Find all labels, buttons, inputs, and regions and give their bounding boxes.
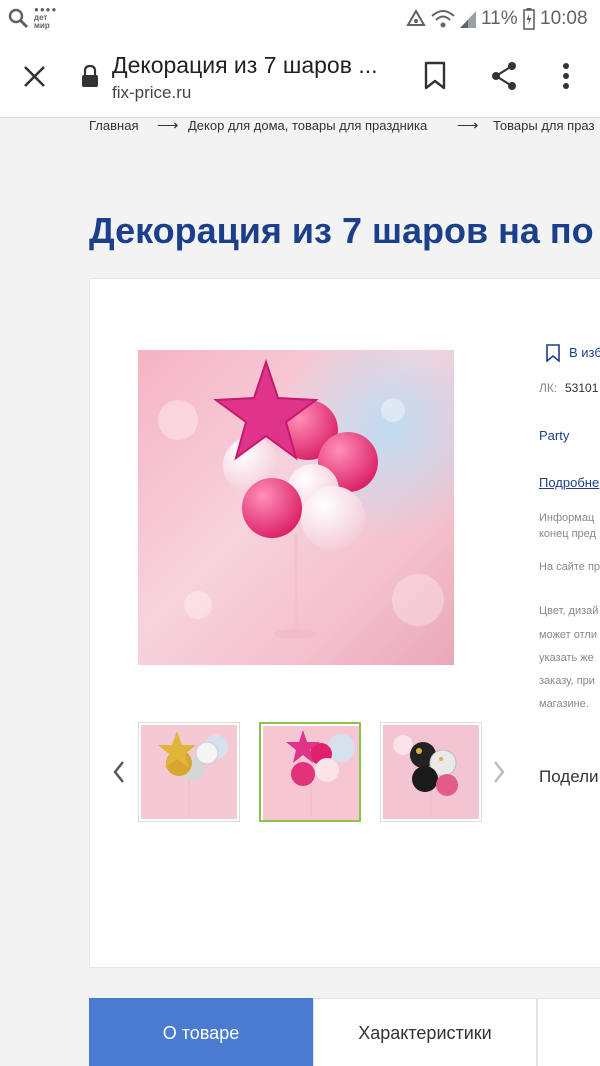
wifi-icon — [431, 10, 455, 28]
status-bar: ●●●● дет мир 11% 10:08 — [0, 0, 600, 38]
thumbnail-gold[interactable] — [138, 722, 240, 822]
sku-label: ЛК: — [539, 381, 558, 395]
browser-toolbar: Декорация из 7 шаров ... fix-price.ru — [0, 38, 600, 118]
page-title: Декорация из 7 шаров ... — [112, 52, 378, 78]
tab-more[interactable] — [537, 998, 600, 1066]
tab-about[interactable]: О товаре — [89, 998, 313, 1066]
clock: 10:08 — [540, 8, 588, 29]
add-to-favorites-link[interactable]: В изб — [569, 345, 600, 360]
tab-about-label: О товаре — [162, 1022, 240, 1043]
battery-percent: 11% — [481, 8, 518, 29]
breadcrumb-category[interactable]: Декор для дома, товары для праздника — [188, 118, 427, 133]
detmir-app-icon: ●●●● дет мир — [34, 5, 58, 30]
more-options-icon[interactable] — [560, 61, 572, 91]
search-icon — [8, 8, 29, 29]
product-title: Декорация из 7 шаров на по — [89, 210, 594, 251]
disclaimer-line: может отли — [539, 629, 597, 641]
bookmark-icon[interactable] — [423, 61, 447, 91]
thumbnail-black[interactable] — [380, 722, 482, 822]
info-text-line: конец пред — [539, 528, 596, 540]
info-text-line: Информац — [539, 512, 595, 524]
product-card: В изб ЛК: 53101 Party Подробне Информац … — [89, 278, 600, 968]
disclaimer-line: заказу, при — [539, 675, 595, 687]
app-badge-text: дет мир — [34, 13, 50, 30]
site-note: На сайте пр — [539, 561, 600, 573]
product-tabs: О товаре Характеристики — [89, 998, 600, 1066]
battery-icon — [523, 8, 535, 30]
signal-icon — [460, 11, 476, 28]
disclaimer-line: Цвет, дизай — [539, 605, 599, 617]
sync-icon — [406, 8, 426, 26]
thumbnail-pink[interactable] — [259, 722, 361, 822]
breadcrumb-home[interactable]: Главная — [89, 118, 138, 133]
share-icon[interactable] — [489, 60, 519, 92]
thumbnail-image — [383, 725, 479, 819]
breadcrumb-separator: ⟶ — [157, 118, 179, 134]
breadcrumb-subcategory[interactable]: Товары для праз — [493, 118, 594, 133]
thumbnail-image — [263, 726, 359, 820]
tab-characteristics-label: Характеристики — [358, 1022, 492, 1043]
tab-characteristics[interactable]: Характеристики — [313, 998, 537, 1066]
lock-icon — [82, 64, 98, 87]
disclaimer-line: магазине. — [539, 698, 589, 710]
thumbnail-image — [141, 725, 237, 819]
details-link[interactable]: Подробне — [539, 475, 599, 490]
brand-link[interactable]: Party — [539, 428, 569, 443]
disclaimer-line: указать же — [539, 652, 594, 664]
breadcrumb-separator: ⟶ — [457, 118, 479, 134]
sku-value: 53101 — [565, 381, 599, 395]
carousel-next-icon[interactable] — [492, 760, 506, 784]
favorite-bookmark-icon[interactable] — [545, 344, 561, 362]
share-label[interactable]: Подели — [539, 767, 599, 787]
close-icon[interactable] — [22, 64, 48, 90]
page-url[interactable]: fix-price.ru — [112, 83, 191, 103]
carousel-prev-icon[interactable] — [112, 760, 126, 784]
product-main-image[interactable] — [138, 350, 454, 665]
web-page: Главная ⟶ Декор для дома, товары для пра… — [0, 118, 600, 1066]
